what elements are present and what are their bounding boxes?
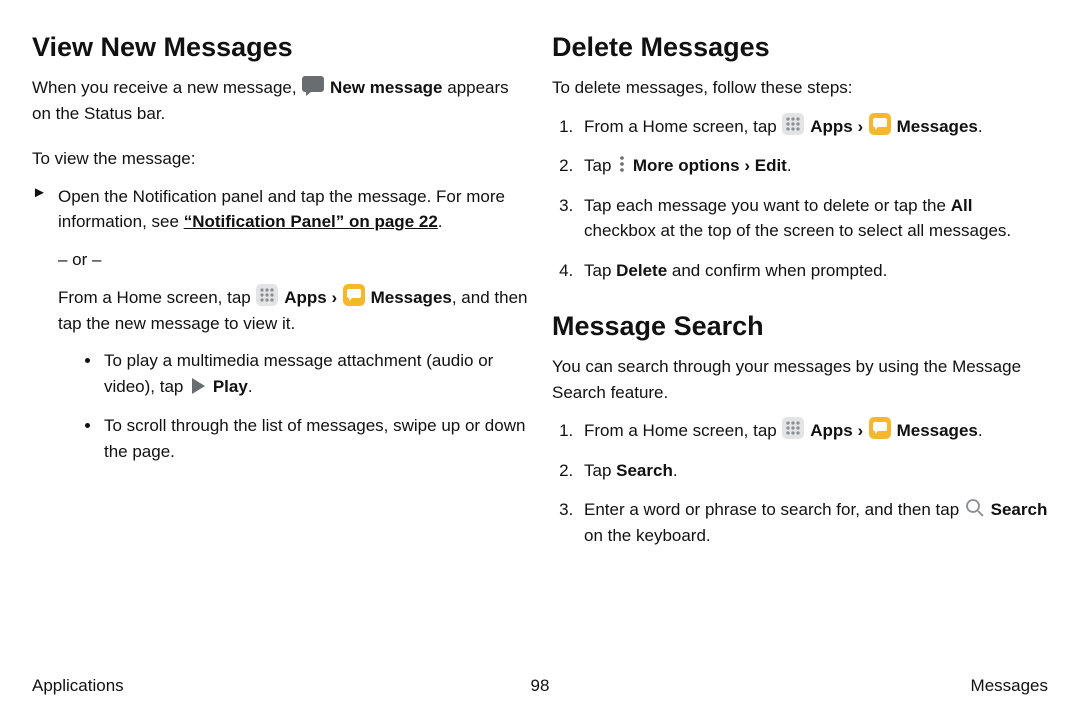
right-column: Delete Messages To delete messages, foll… bbox=[552, 32, 1048, 666]
messages-icon bbox=[343, 284, 365, 306]
apps-icon bbox=[256, 284, 278, 306]
search-step-1: From a Home screen, tap Apps › Messages. bbox=[578, 417, 1048, 444]
new-message-icon bbox=[302, 76, 324, 96]
page-footer: Applications 98 Messages bbox=[32, 666, 1048, 696]
delete-step-4: Tap Delete and confirm when prompted. bbox=[578, 258, 1048, 284]
footer-right: Messages bbox=[709, 676, 1048, 696]
search-step-2: Tap Search. bbox=[578, 458, 1048, 484]
arrow-marker: ► bbox=[32, 184, 58, 479]
or-separator: – or – bbox=[58, 247, 528, 273]
arrow-list-item: ► Open the Notification panel and tap th… bbox=[32, 184, 528, 479]
apps-icon bbox=[782, 113, 804, 135]
footer-page-number: 98 bbox=[371, 676, 710, 696]
open-notification-step: Open the Notification panel and tap the … bbox=[58, 184, 528, 235]
delete-step-1: From a Home screen, tap Apps › Messages. bbox=[578, 113, 1048, 140]
apps-icon bbox=[782, 417, 804, 439]
heading-message-search: Message Search bbox=[552, 311, 1048, 342]
messages-icon bbox=[869, 417, 891, 439]
more-options-icon bbox=[617, 154, 627, 174]
left-column: View New Messages When you receive a new… bbox=[32, 32, 528, 666]
delete-intro: To delete messages, follow these steps: bbox=[552, 75, 1048, 101]
home-screen-step: From a Home screen, tap Apps › Messages,… bbox=[58, 284, 528, 336]
notification-panel-link[interactable]: “Notification Panel” on page 22 bbox=[184, 212, 438, 231]
search-step-3: Enter a word or phrase to search for, an… bbox=[578, 497, 1048, 548]
delete-step-3: Tap each message you want to delete or t… bbox=[578, 193, 1048, 244]
sub-bullet-scroll: To scroll through the list of messages, … bbox=[102, 413, 528, 464]
intro-paragraph: When you receive a new message, New mess… bbox=[32, 75, 528, 126]
search-icon bbox=[965, 498, 985, 518]
heading-view-new-messages: View New Messages bbox=[32, 32, 528, 63]
view-lead: To view the message: bbox=[32, 146, 528, 172]
search-intro: You can search through your messages by … bbox=[552, 354, 1048, 405]
messages-icon bbox=[869, 113, 891, 135]
sub-bullet-play: To play a multimedia message attachment … bbox=[102, 348, 528, 399]
delete-step-2: Tap More options › Edit. bbox=[578, 153, 1048, 179]
heading-delete-messages: Delete Messages bbox=[552, 32, 1048, 63]
play-icon bbox=[189, 377, 207, 395]
footer-left: Applications bbox=[32, 676, 371, 696]
